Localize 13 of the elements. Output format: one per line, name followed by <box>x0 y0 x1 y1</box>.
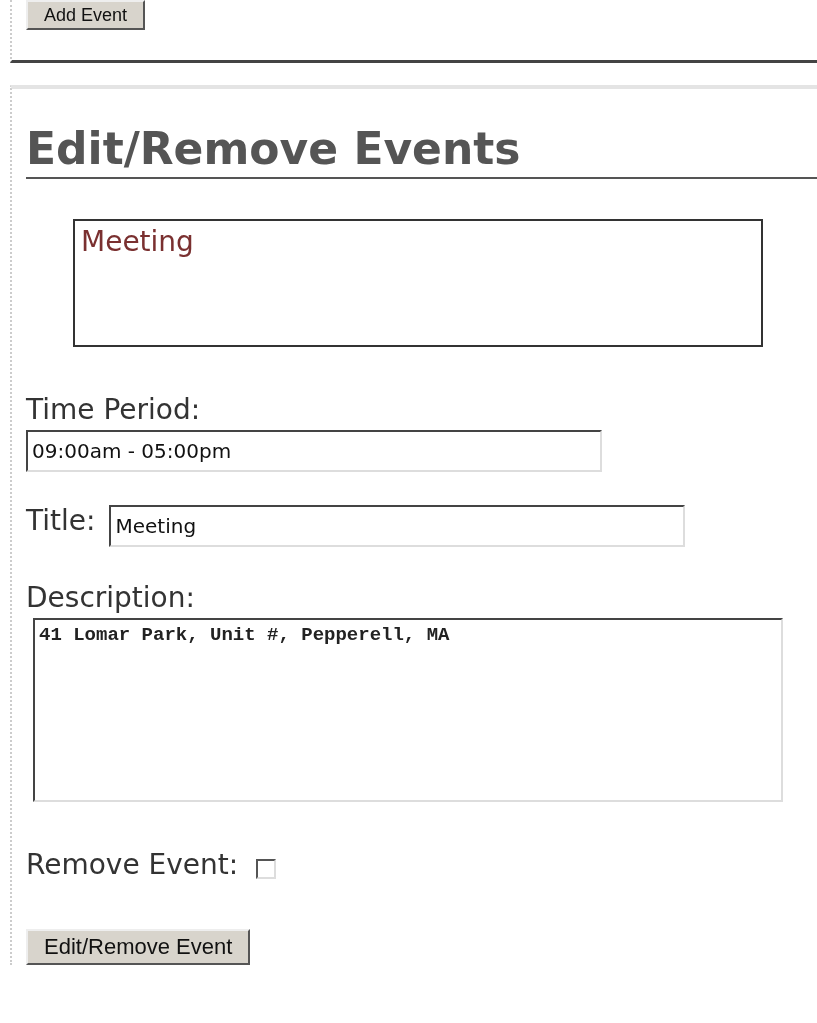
list-option[interactable]: Meeting <box>79 225 196 259</box>
edit-remove-event-button[interactable]: Edit/Remove Event <box>26 928 251 965</box>
field-label: Description: <box>26 580 195 614</box>
event-listbox[interactable]: Meeting <box>73 219 763 348</box>
section-heading: Edit/Remove Events <box>26 125 817 180</box>
description-field[interactable]: 41 Lomar Park, Unit #, Pepperell, MA <box>33 617 783 802</box>
checkbox[interactable] <box>256 859 277 880</box>
field-label: Time Period: <box>26 393 201 427</box>
field-label: Title: <box>26 504 96 538</box>
add-event-button[interactable]: Add Event <box>26 0 146 30</box>
time-period-field[interactable]: 09:00am - 05:00pm <box>26 430 602 473</box>
field-label: Remove Event: <box>26 847 239 881</box>
title-field[interactable]: Meeting <box>109 504 686 547</box>
